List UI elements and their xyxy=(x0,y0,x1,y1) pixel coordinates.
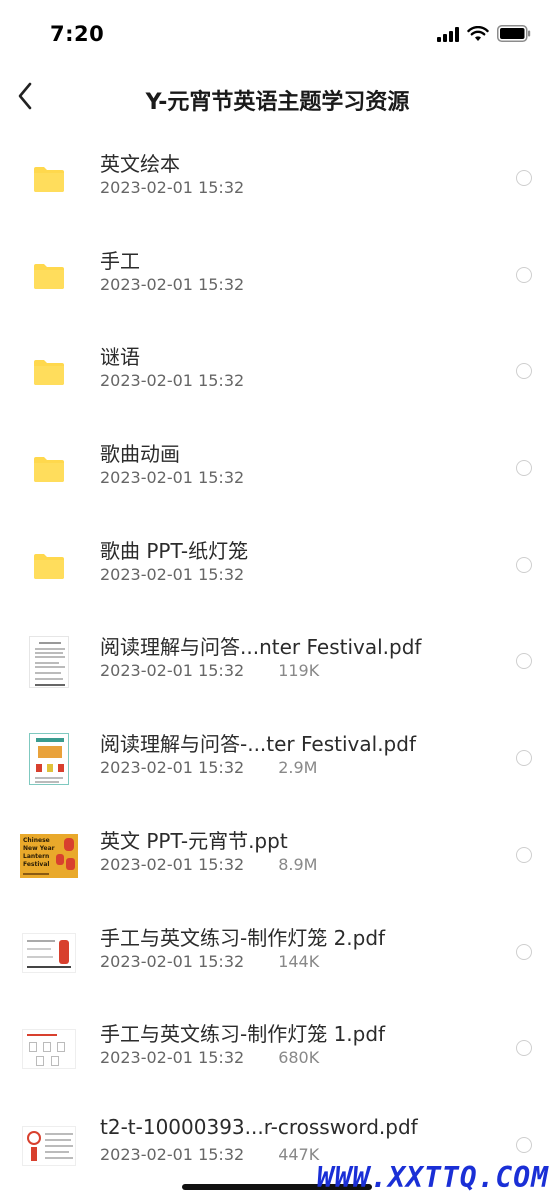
slide-preview-icon: Chinese New Year Lantern Festival xyxy=(20,833,78,878)
select-radio[interactable] xyxy=(516,266,532,283)
navigation-bar: Y-元宵节英语主题学习资源 xyxy=(0,64,555,132)
status-bar: 7:20 xyxy=(0,0,555,64)
file-date: 2023-02-01 15:32 xyxy=(100,661,245,681)
file-meta: 2023-02-01 15:32 119K xyxy=(100,661,319,680)
folder-icon xyxy=(20,343,78,401)
file-date: 2023-02-01 15:32 xyxy=(100,564,245,584)
pdf-thumbnail xyxy=(20,1020,78,1078)
battery-icon xyxy=(497,25,531,42)
select-radio[interactable] xyxy=(516,556,532,573)
select-radio[interactable] xyxy=(516,170,532,186)
file-name: 英文 PPT-元宵节.ppt xyxy=(100,828,288,853)
document-page-icon xyxy=(22,1029,76,1070)
list-item-file[interactable]: 阅读理解与问答-...ter Festival.pdf 2023-02-01 1… xyxy=(0,710,555,807)
file-meta: 2023-02-01 15:32 680K xyxy=(100,1048,319,1067)
file-name: 阅读理解与问答...nter Festival.pdf xyxy=(100,635,422,660)
document-page-icon xyxy=(22,932,76,973)
file-size: 144K xyxy=(278,951,320,971)
list-item-file[interactable]: 手工与英文练习-制作灯笼 2.pdf 2023-02-01 15:32 144K xyxy=(0,904,555,1001)
list-item-folder[interactable]: 歌曲动画 2023-02-01 15:32 xyxy=(0,420,555,517)
file-meta: 2023-02-01 15:32 xyxy=(100,468,244,487)
file-name: 英文绘本 xyxy=(100,152,180,176)
file-name: t2-t-10000393...r-crossword.pdf xyxy=(100,1114,418,1139)
document-page-icon xyxy=(29,636,69,689)
file-meta: 2023-02-01 15:32 2.9M xyxy=(100,758,317,777)
file-name: 阅读理解与问答-...ter Festival.pdf xyxy=(100,732,416,757)
file-date: 2023-02-01 15:32 xyxy=(100,951,245,971)
file-date: 2023-02-01 15:32 xyxy=(100,1048,245,1068)
file-name: 歌曲动画 xyxy=(100,442,180,467)
file-meta: 2023-02-01 15:32 xyxy=(100,565,244,584)
file-meta: 2023-02-01 15:32 8.9M xyxy=(100,855,317,874)
list-item-folder[interactable]: 手工 2023-02-01 15:32 xyxy=(0,227,555,324)
select-radio[interactable] xyxy=(516,653,532,670)
file-date: 2023-02-01 15:32 xyxy=(100,468,245,488)
select-radio[interactable] xyxy=(516,846,532,863)
pdf-thumbnail xyxy=(20,633,78,691)
list-item-folder[interactable]: 英文绘本 2023-02-01 15:32 xyxy=(0,130,555,227)
ppt-thumbnail: Chinese New Year Lantern Festival xyxy=(20,827,78,885)
watermark-text: WWW.XXTTQ.COM xyxy=(316,1161,549,1194)
slide-title-text: Chinese New Year Lantern Festival xyxy=(23,836,55,868)
select-radio[interactable] xyxy=(516,460,532,477)
file-size: 8.9M xyxy=(278,854,318,874)
wifi-icon xyxy=(467,25,489,41)
cellular-signal-icon xyxy=(437,26,459,42)
file-date: 2023-02-01 15:32 xyxy=(100,274,245,294)
file-date: 2023-02-01 15:32 xyxy=(100,178,245,197)
list-item-file[interactable]: 手工与英文练习-制作灯笼 1.pdf 2023-02-01 15:32 680K xyxy=(0,1000,555,1097)
file-size: 447K xyxy=(278,1144,320,1164)
page-title: Y-元宵节英语主题学习资源 xyxy=(145,90,410,115)
list-item-folder[interactable]: 谜语 2023-02-01 15:32 xyxy=(0,323,555,420)
select-radio[interactable] xyxy=(516,750,532,767)
select-radio[interactable] xyxy=(516,943,532,960)
file-meta: 2023-02-01 15:32 xyxy=(100,371,244,390)
file-size: 2.9M xyxy=(278,758,318,778)
status-time: 7:20 xyxy=(50,22,105,46)
file-name: 手工与英文练习-制作灯笼 1.pdf xyxy=(100,1022,386,1047)
file-meta: 2023-02-01 15:32 xyxy=(100,178,244,197)
file-name: 歌曲 PPT-纸灯笼 xyxy=(100,538,249,563)
file-meta: 2023-02-01 15:32 xyxy=(100,275,244,294)
file-list: 英文绘本 2023-02-01 15:32 手工 2023-02-01 15:3… xyxy=(0,130,555,1194)
pdf-thumbnail xyxy=(20,924,78,982)
file-name: 谜语 xyxy=(100,345,140,370)
file-date: 2023-02-01 15:32 xyxy=(100,371,245,391)
file-date: 2023-02-01 15:32 xyxy=(100,854,245,874)
file-date: 2023-02-01 15:32 xyxy=(100,1144,245,1164)
folder-icon xyxy=(20,150,78,208)
select-radio[interactable] xyxy=(516,1040,532,1057)
list-item-folder[interactable]: 歌曲 PPT-纸灯笼 2023-02-01 15:32 xyxy=(0,517,555,614)
file-size: 680K xyxy=(278,1048,320,1068)
file-name: 手工 xyxy=(100,248,140,273)
status-icons xyxy=(437,25,531,42)
folder-icon xyxy=(20,440,78,498)
select-radio[interactable] xyxy=(516,363,532,380)
select-radio[interactable] xyxy=(516,1136,532,1153)
file-date: 2023-02-01 15:32 xyxy=(100,758,245,778)
file-size: 119K xyxy=(278,661,320,681)
file-meta: 2023-02-01 15:32 447K xyxy=(100,1145,319,1164)
folder-icon xyxy=(20,247,78,305)
file-meta: 2023-02-01 15:32 144K xyxy=(100,952,319,971)
folder-icon xyxy=(20,537,78,595)
list-item-file[interactable]: Chinese New Year Lantern Festival 英文 PPT… xyxy=(0,807,555,904)
list-item-file[interactable]: 阅读理解与问答...nter Festival.pdf 2023-02-01 1… xyxy=(0,613,555,710)
document-page-icon xyxy=(22,1125,76,1166)
pdf-thumbnail xyxy=(20,1117,78,1175)
document-page-icon xyxy=(29,733,69,786)
pdf-thumbnail xyxy=(20,730,78,788)
file-name: 手工与英文练习-制作灯笼 2.pdf xyxy=(100,925,386,950)
